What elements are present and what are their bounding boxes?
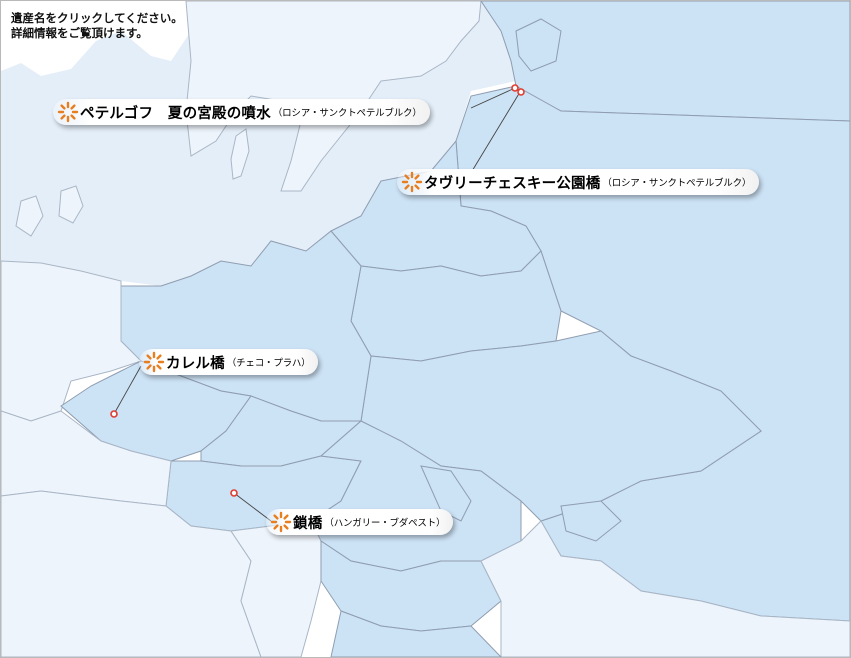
site-location-chain: （ハンガリー・ブダペスト） [324, 518, 446, 529]
site-name-tavrichesky: タヴリーチェスキー公園橋 [424, 174, 601, 192]
site-label-tavrichesky[interactable]: タヴリーチェスキー公園橋 （ロシア・サンクトペテルブルク） [397, 169, 760, 195]
sparkle-icon [270, 511, 292, 533]
site-label-charles[interactable]: カレル橋 （チェコ・プラハ） [139, 349, 319, 375]
sparkle-icon [401, 171, 423, 193]
marker-charles[interactable] [110, 410, 118, 418]
marker-peterhof[interactable] [511, 84, 519, 92]
site-name-peterhof: ペテルゴフ 夏の宮殿の噴水 [80, 104, 271, 122]
site-label-chain[interactable]: 鎖橋 （ハンガリー・ブダペスト） [266, 509, 454, 535]
instruction-text: 遺産名をクリックしてください。 詳細情報をご覧頂けます。 [11, 11, 183, 41]
site-label-peterhof[interactable]: ペテルゴフ 夏の宮殿の噴水 （ロシア・サンクトペテルブルク） [53, 99, 430, 125]
site-location-peterhof: （ロシア・サンクトペテルブルク） [272, 108, 422, 119]
site-location-tavrichesky: （ロシア・サンクトペテルブルク） [602, 178, 752, 189]
sparkle-icon [57, 101, 79, 123]
instruction-line-1: 遺産名をクリックしてください。 [11, 11, 183, 25]
site-location-charles: （チェコ・プラハ） [226, 358, 311, 369]
map-viewport: 遺産名をクリックしてください。 詳細情報をご覧頂けます。 ペテルゴフ 夏の宮殿の… [0, 0, 851, 658]
marker-chain[interactable] [230, 489, 238, 497]
instruction-line-2: 詳細情報をご覧頂けます。 [11, 26, 148, 40]
site-name-chain: 鎖橋 [293, 514, 323, 532]
marker-tavrichesky[interactable] [517, 88, 525, 96]
site-name-charles: カレル橋 [166, 354, 225, 372]
sparkle-icon [143, 351, 165, 373]
